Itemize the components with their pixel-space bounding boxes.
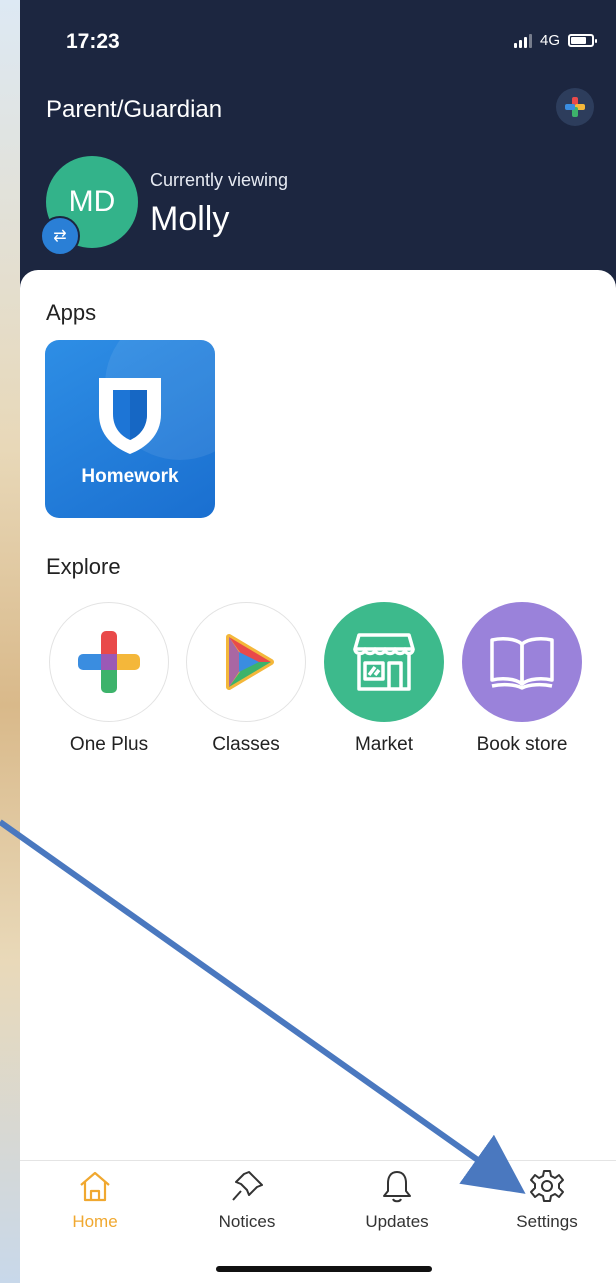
explore-section-title: Explore — [46, 554, 121, 579]
phone-screen: 17:23 4G Parent/Guardian MD ⇄ Currently … — [20, 0, 616, 1283]
tab-settings[interactable]: Settings — [487, 1169, 607, 1232]
explore-book-store[interactable]: Book store — [460, 602, 584, 756]
home-icon — [80, 1171, 110, 1202]
explore-label: Market — [354, 734, 414, 755]
viewing-child-name[interactable]: Molly — [150, 200, 229, 239]
explore-one-plus[interactable]: One Plus — [47, 602, 171, 756]
switch-child-icon[interactable]: ⇄ — [40, 216, 80, 256]
tab-label: Notices — [218, 1212, 276, 1231]
app-header: 17:23 4G Parent/Guardian MD ⇄ Currently … — [20, 0, 616, 290]
tab-label: Updates — [365, 1212, 429, 1231]
one-plus-icon — [49, 602, 169, 722]
main-content: Apps Homework Explore One Plus Classes M… — [20, 270, 616, 1283]
battery-icon — [568, 34, 597, 47]
play-icon — [186, 602, 306, 722]
gear-icon — [530, 1170, 564, 1202]
explore-classes[interactable]: Classes — [184, 602, 308, 756]
tab-updates[interactable]: Updates — [337, 1169, 457, 1232]
explore-label: Classes — [212, 734, 280, 755]
plus-icon — [565, 97, 585, 117]
status-icons: 4G — [513, 32, 597, 49]
avatar-initials: MD — [68, 185, 116, 218]
explore-label: Book store — [476, 734, 568, 755]
homework-app-tile[interactable]: Homework — [45, 340, 215, 518]
bottom-tab-bar: Home Notices Updates Settings — [20, 1160, 616, 1283]
explore-market[interactable]: Market — [322, 602, 446, 756]
one-plus-header-button[interactable] — [556, 88, 594, 126]
pin-icon — [232, 1171, 263, 1201]
status-time: 17:23 — [66, 30, 120, 53]
network-label: 4G — [539, 32, 560, 49]
homework-label: Homework — [81, 466, 179, 487]
book-icon — [462, 602, 582, 722]
apps-section-title: Apps — [46, 300, 97, 325]
tab-home[interactable]: Home — [35, 1169, 155, 1232]
currently-viewing-label: Currently viewing — [150, 170, 289, 190]
explore-label: One Plus — [69, 734, 149, 755]
bell-icon — [383, 1171, 411, 1203]
tab-label: Settings — [516, 1212, 578, 1231]
role-title: Parent/Guardian — [46, 96, 223, 123]
tab-notices[interactable]: Notices — [187, 1169, 307, 1232]
background-photo — [0, 0, 20, 1283]
tab-label: Home — [72, 1212, 118, 1231]
storefront-icon — [324, 602, 444, 722]
home-indicator — [216, 1266, 432, 1272]
signal-icon — [513, 33, 532, 48]
shield-icon — [99, 378, 161, 454]
